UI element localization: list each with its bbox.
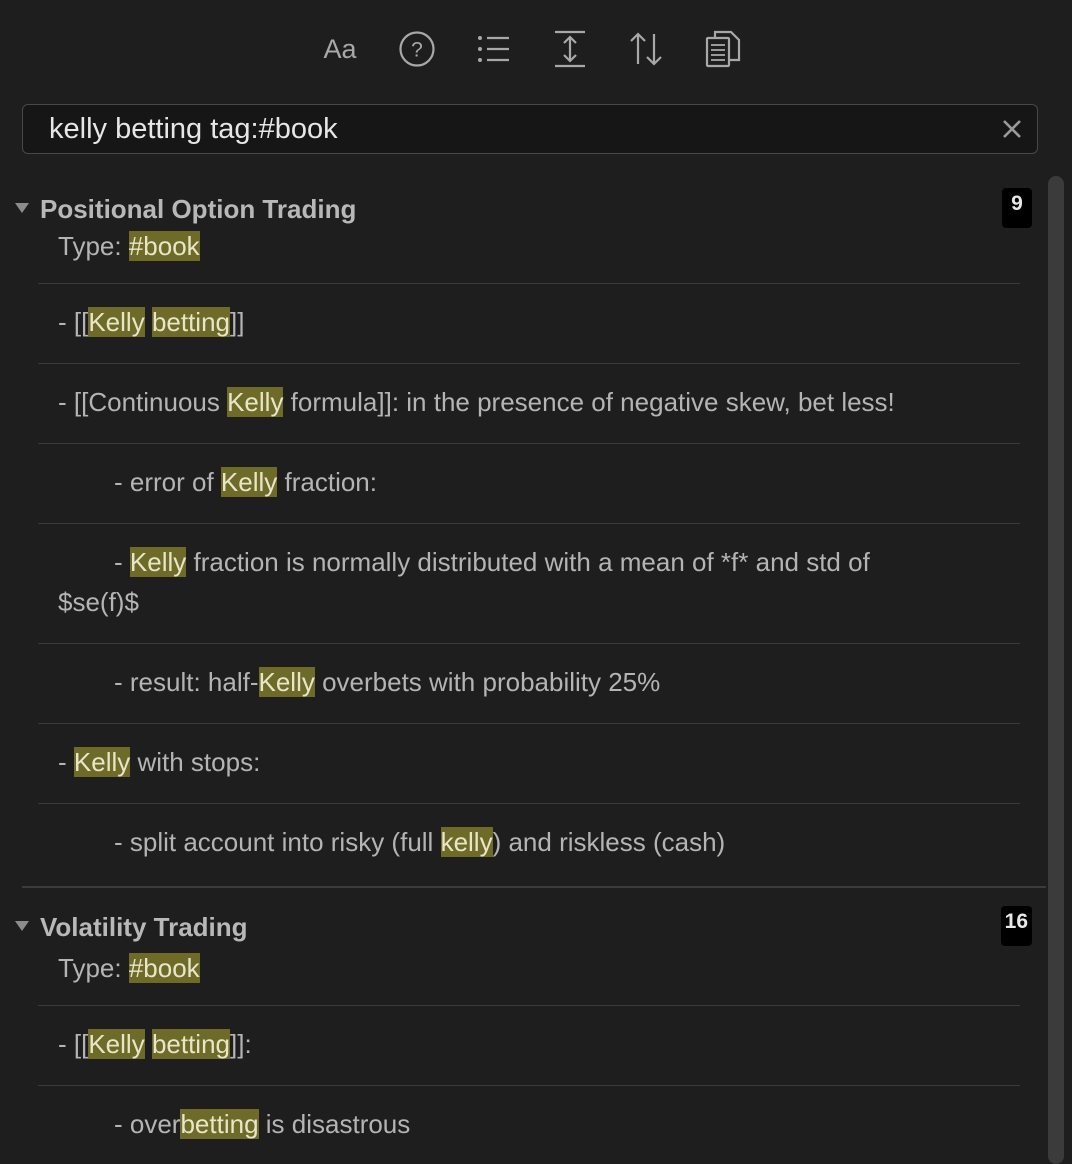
match-text: - Kelly fraction is normally distributed… — [58, 542, 938, 622]
match-count-badge: 9 — [1002, 188, 1032, 228]
search-match[interactable]: - Kelly fraction is normally distributed… — [38, 524, 1020, 644]
match-highlight: #book — [128, 952, 200, 983]
search-match[interactable]: - split account into risky (full kelly) … — [38, 804, 1020, 886]
match-text-segment: - split account into risky (full — [114, 827, 441, 857]
result-group: Volatility Trading 16 Type: #book - [[Ke… — [0, 888, 1046, 1164]
match-text-segment — [145, 307, 152, 337]
file-title[interactable]: Volatility Trading — [40, 910, 248, 944]
match-text-segment: ]] — [230, 307, 245, 337]
match-text: - [[Kelly betting]]: — [58, 1024, 252, 1064]
match-text: - Kelly with stops: — [58, 742, 260, 782]
match-text: - error of Kelly fraction: — [114, 462, 377, 502]
expand-icon — [555, 30, 585, 68]
match-text-segment: is disastrous — [258, 1108, 411, 1139]
match-case-button[interactable]: Aa — [313, 22, 367, 76]
list-icon — [478, 36, 509, 62]
sort-icon — [630, 32, 662, 66]
show-more-context-button[interactable] — [543, 22, 597, 76]
match-highlight: betting — [151, 1028, 231, 1059]
results-scrollbar[interactable] — [1048, 176, 1064, 1164]
match-text-segment: ) and riskless (cash) — [492, 827, 726, 857]
match-count-badge: 16 — [1000, 905, 1032, 946]
match-text-segment: - [[ — [58, 1028, 89, 1059]
search-input[interactable] — [49, 105, 979, 153]
search-match[interactable]: - [[Kelly betting]] — [38, 284, 1020, 364]
search-match[interactable]: - Kelly with stops: — [38, 724, 1020, 804]
match-highlight: Kelly — [129, 547, 187, 577]
copy-results-button[interactable] — [696, 22, 750, 76]
match-highlight: Kelly — [258, 667, 315, 697]
file-title[interactable]: Positional Option Trading — [40, 192, 356, 226]
match-highlight: betting — [151, 307, 231, 337]
match-text: - result: half-Kelly overbets with proba… — [114, 662, 660, 702]
sort-button[interactable] — [619, 22, 673, 76]
match-text: Type: #book — [58, 226, 200, 266]
match-text-segment: - — [114, 547, 130, 577]
match-text: - [[Continuous Kelly formula]]: in the p… — [58, 382, 895, 422]
match-text-segment: - [[Continuous — [58, 387, 228, 417]
match-text: Type: #book — [58, 948, 200, 988]
match-text-segment — [145, 1029, 152, 1059]
match-text-segment: with stops: — [130, 747, 261, 777]
search-match[interactable]: - [[Continuous Kelly formula]]: in the p… — [38, 364, 1020, 444]
search-match[interactable]: - result: half-Kelly overbets with proba… — [38, 644, 1020, 724]
match-text-segment: - [[ — [58, 307, 89, 337]
copy-results-icon — [705, 30, 741, 68]
match-text-segment: - result: half- — [114, 667, 259, 697]
clear-search-button[interactable] — [1001, 118, 1023, 140]
search-toolbar: Aa ? — [0, 22, 1072, 76]
collapse-results-button[interactable] — [467, 22, 521, 76]
match-case-icon: Aa — [323, 33, 357, 64]
svg-text:?: ? — [411, 39, 423, 62]
match-text-segment: formula]]: in the presence of negative s… — [283, 387, 895, 417]
match-highlight: Kelly — [227, 387, 284, 417]
match-text-segment: overbets with probability 25% — [314, 667, 661, 697]
search-match[interactable]: - overbetting is disastrous — [38, 1086, 1020, 1164]
search-match[interactable]: - error of Kelly fraction: — [38, 444, 1020, 524]
match-highlight: Kelly — [88, 1028, 145, 1059]
search-match[interactable]: Type: #book — [38, 226, 1020, 284]
help-icon: ? — [399, 31, 435, 67]
match-highlight: kelly — [440, 827, 493, 857]
search-match[interactable]: Type: #book — [38, 942, 1020, 1006]
match-text-segment: fraction: — [277, 467, 378, 497]
match-text: - [[Kelly betting]] — [58, 302, 244, 342]
match-highlight: Kelly — [220, 467, 278, 497]
result-group: Positional Option Trading 9 Type: #book … — [0, 170, 1046, 886]
match-text: - overbetting is disastrous — [114, 1104, 410, 1144]
close-icon — [1003, 120, 1021, 138]
collapse-triangle-icon[interactable] — [14, 202, 30, 214]
search-results: Positional Option Trading 9 Type: #book … — [0, 170, 1046, 1164]
match-text-segment: Type: — [58, 952, 129, 983]
match-text: - split account into risky (full kelly) … — [114, 822, 725, 862]
match-text-segment: - — [58, 747, 74, 777]
match-text-segment: ]]: — [230, 1028, 252, 1059]
match-highlight: betting — [180, 1108, 259, 1139]
match-text-segment: - error of — [114, 467, 221, 497]
match-highlight: Kelly — [73, 747, 131, 777]
match-text-segment: Type: — [58, 231, 129, 261]
match-highlight: Kelly — [88, 307, 145, 337]
collapse-triangle-icon[interactable] — [14, 920, 30, 932]
help-button[interactable]: ? — [390, 22, 444, 76]
search-box — [22, 104, 1038, 154]
search-match[interactable]: - [[Kelly betting]]: — [38, 1006, 1020, 1086]
match-highlight: #book — [128, 231, 200, 261]
match-text-segment: - over — [114, 1108, 181, 1139]
search-panel: Aa ? kelly betting tag:#book Positional … — [0, 0, 1072, 1164]
